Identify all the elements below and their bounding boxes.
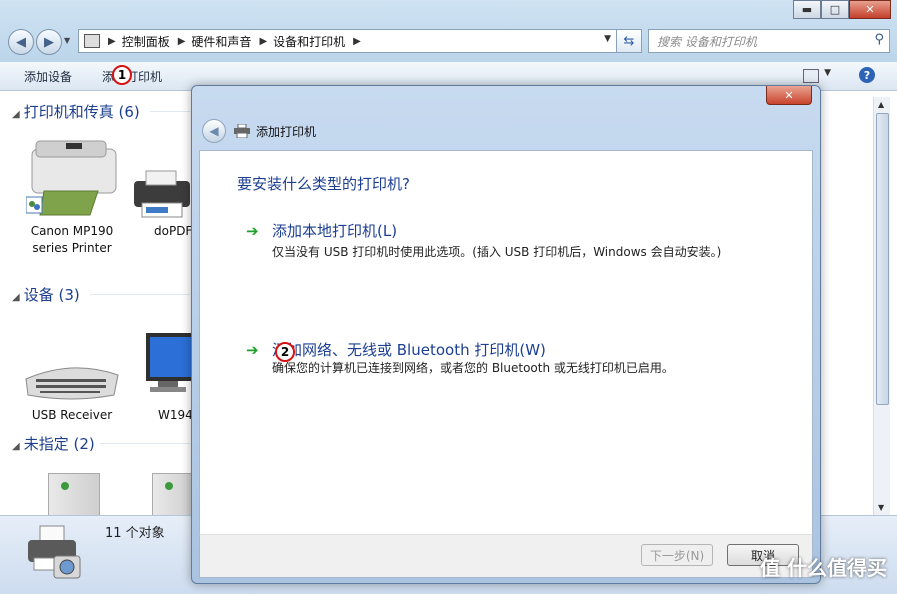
breadcrumb-separator: ▶ [353,35,361,47]
breadcrumb-control-panel[interactable]: 控制面板 [122,33,170,50]
add-printer-button[interactable]: 添加打印机 [102,68,162,85]
breadcrumb-hardware-sound[interactable]: 硬件和声音 [191,33,251,50]
group-header-unspecified[interactable]: ◢ 未指定 (2) [12,433,95,454]
breadcrumb-devices-printers[interactable]: 设备和打印机 [273,33,345,50]
group-label: 设备 (3) [23,286,80,304]
status-led-icon [61,482,69,490]
dialog-footer: 下一步(N) 取消 [199,534,813,578]
divider [100,443,190,444]
dialog-back-button[interactable]: ◀ [202,119,226,143]
next-button[interactable]: 下一步(N) [641,544,713,566]
collapse-icon: ◢ [12,441,20,452]
device-usb-receiver-label[interactable]: USB Receiver [22,407,122,424]
dialog-close-button[interactable]: ✕ [766,86,812,105]
keyboard-icon[interactable] [22,355,122,405]
group-label: 未指定 (2) [23,435,95,453]
add-device-button[interactable]: 添加设备 [24,68,72,85]
minimize-button[interactable]: ▬ [793,0,821,19]
annotation-badge-2: 2 [275,342,295,362]
search-input[interactable]: 搜索 设备和打印机 ⚲ [648,29,890,53]
dialog-question: 要安装什么类型的打印机? [237,175,410,193]
breadcrumb-separator: ▶ [259,35,268,47]
refresh-button[interactable]: ⇆ [616,29,642,53]
group-header-printers[interactable]: ◢ 打印机和传真 (6) [12,101,140,122]
device-name-line1: Canon MP190 [30,224,114,238]
divider [90,294,190,295]
printer-dopdf-label[interactable]: doPDF [154,223,194,240]
address-bar[interactable]: ▶ 控制面板 ▶ 硬件和声音 ▶ 设备和打印机 ▶ ▼ [78,29,642,53]
green-arrow-icon: ➔ [246,222,259,240]
object-count: 11 个对象 [105,526,165,541]
add-local-printer-description: 仅当没有 USB 打印机时使用此选项。(插入 USB 打印机后，Windows … [272,245,722,259]
printer-camera-icon [24,522,84,582]
breadcrumb-separator: ▶ [108,35,116,47]
group-header-devices[interactable]: ◢ 设备 (3) [12,284,80,305]
caption-buttons: ▬ □ ✕ [793,0,891,19]
unspecified-device-icon[interactable] [152,473,194,516]
maximize-button[interactable]: □ [821,0,849,19]
back-arrow-icon: ◀ [209,124,219,138]
forward-button[interactable]: ▶ [36,29,62,55]
scroll-up-icon[interactable]: ▲ [878,100,884,109]
window-header: ▬ □ ✕ ◀ ▶ ▼ ▶ 控制面板 ▶ 硬件和声音 ▶ 设备和打印机 ▶ ▼ … [0,0,897,62]
group-label: 打印机和传真 (6) [23,103,140,121]
add-network-printer-description: 确保您的计算机已连接到网络，或者您的 Bluetooth 或无线打印机已启用。 [272,361,674,375]
breadcrumb-separator: ▶ [177,35,186,47]
dopdf-printer-icon[interactable] [132,163,192,223]
scrollbar-thumb[interactable] [876,113,889,405]
status-led-icon [165,482,173,490]
divider [150,111,190,112]
unspecified-device-icon[interactable] [48,473,100,516]
collapse-icon: ◢ [12,292,20,303]
scroll-down-icon[interactable]: ▼ [878,503,884,512]
printer-canon-label[interactable]: Canon MP190 series Printer [22,223,122,257]
collapse-icon: ◢ [12,109,20,120]
address-dropdown-icon[interactable]: ▼ [604,34,611,44]
monitor-icon[interactable] [140,329,192,395]
back-button[interactable]: ◀ [8,29,34,55]
add-local-printer-option[interactable]: 添加本地打印机(L) [272,220,397,241]
view-dropdown-icon[interactable]: ▼ [824,68,831,78]
printer-small-icon [234,123,250,139]
help-icon[interactable]: ? [859,67,875,83]
canon-printer-icon[interactable] [25,131,120,221]
add-network-printer-option[interactable]: 添加网络、无线或 Bluetooth 打印机(W) [272,339,546,360]
watermark-logo: 值 什么值得买 [760,556,887,580]
search-icon[interactable]: ⚲ [874,32,884,47]
search-placeholder: 搜索 设备和打印机 [657,35,757,49]
refresh-icon: ⇆ [623,33,635,49]
green-arrow-icon: ➔ [246,341,259,359]
device-name-line2: series Printer [32,241,112,255]
add-printer-dialog: ✕ ◀ 添加打印机 要安装什么类型的打印机? ➔ 添加本地打印机(L) 仅当没有… [191,85,821,584]
printer-folder-icon [84,34,100,48]
close-button[interactable]: ✕ [849,0,891,19]
history-dropdown-icon[interactable]: ▼ [64,36,70,45]
dialog-title: 添加打印机 [256,125,317,139]
annotation-badge-1: 1 [112,65,132,85]
dialog-body: 要安装什么类型的打印机? ➔ 添加本地打印机(L) 仅当没有 USB 打印机时使… [199,150,813,536]
change-view-icon[interactable] [803,69,819,83]
vertical-scrollbar[interactable]: ▲ ▼ [873,97,890,515]
